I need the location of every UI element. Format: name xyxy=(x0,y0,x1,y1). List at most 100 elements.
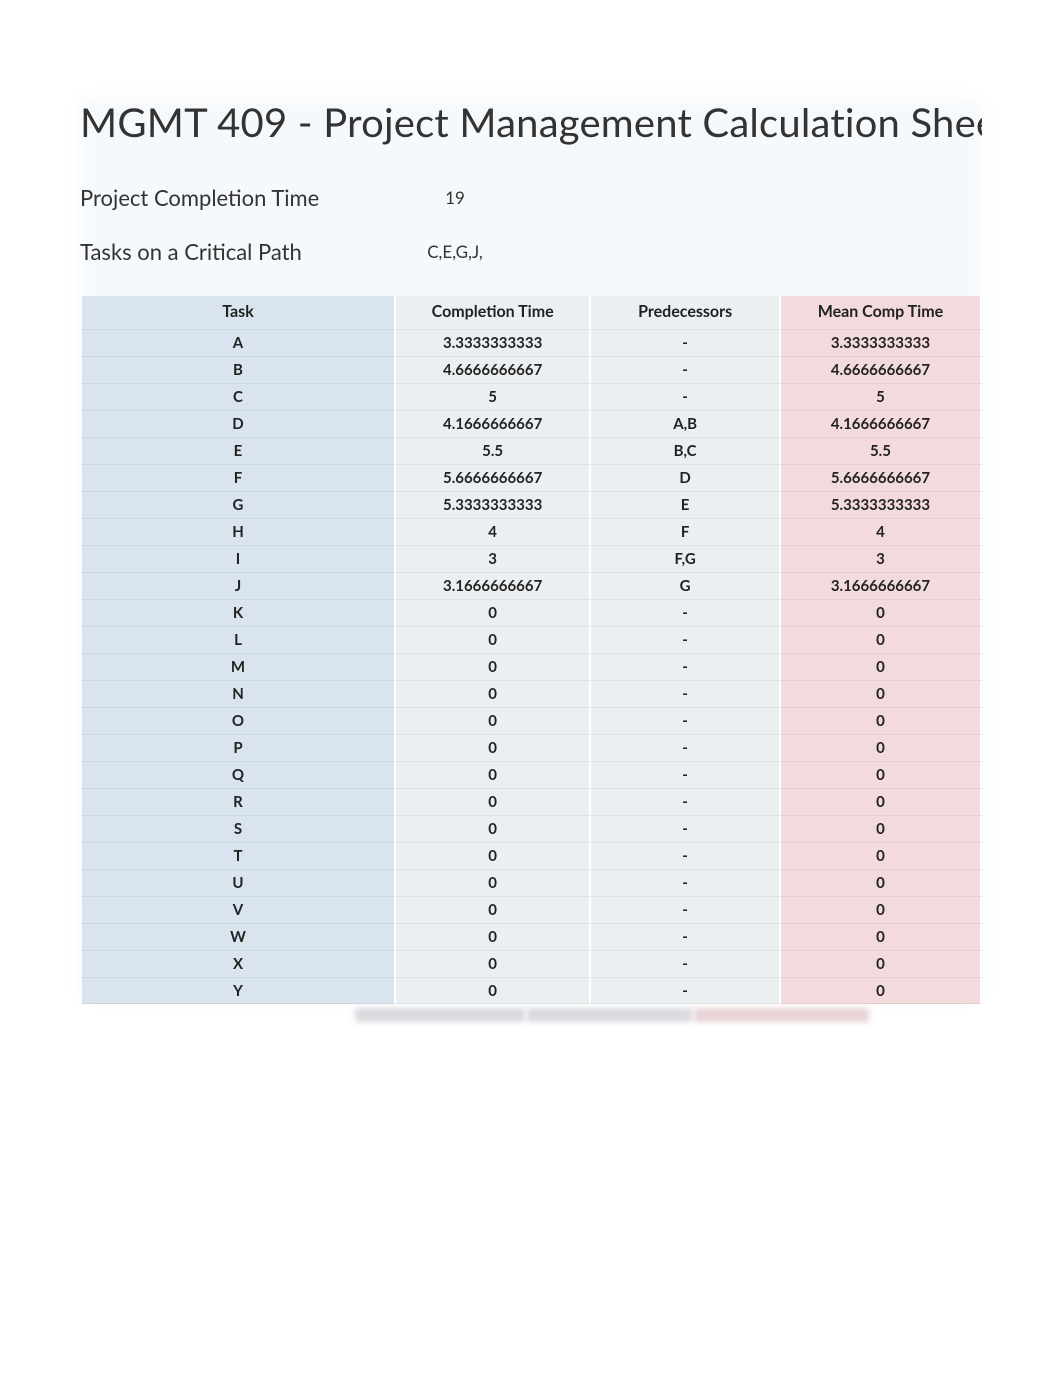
cell-mean-comp-time: 0 xyxy=(781,950,982,977)
cell-task: Y xyxy=(80,977,396,1004)
cell-task: K xyxy=(80,599,396,626)
summary-completion-label: Project Completion Time xyxy=(80,184,370,211)
cell-predecessors: - xyxy=(591,383,781,410)
cell-completion-time: 0 xyxy=(396,680,591,707)
cell-mean-comp-time: 0 xyxy=(781,599,982,626)
summary-completion-value: 19 xyxy=(370,187,540,208)
cell-completion-time: 0 xyxy=(396,869,591,896)
cell-task: V xyxy=(80,896,396,923)
table-row: T0-0 xyxy=(80,842,982,869)
cell-mean-comp-time: 3.3333333333 xyxy=(781,329,982,356)
cell-predecessors: B,C xyxy=(591,437,781,464)
cell-task: R xyxy=(80,788,396,815)
table-row: P0-0 xyxy=(80,734,982,761)
table-row: D4.1666666667A,B4.1666666667 xyxy=(80,410,982,437)
cell-completion-time: 0 xyxy=(396,923,591,950)
cell-predecessors: - xyxy=(591,356,781,383)
cell-task: L xyxy=(80,626,396,653)
cell-completion-time: 4.6666666667 xyxy=(396,356,591,383)
cell-task: H xyxy=(80,518,396,545)
cell-completion-time: 0 xyxy=(396,707,591,734)
cell-completion-time: 5 xyxy=(396,383,591,410)
cell-predecessors: - xyxy=(591,869,781,896)
cell-task: X xyxy=(80,950,396,977)
cell-predecessors: - xyxy=(591,761,781,788)
cell-mean-comp-time: 0 xyxy=(781,977,982,1004)
cell-mean-comp-time: 0 xyxy=(781,869,982,896)
summary-critical-row: Tasks on a Critical Path C,E,G,J, xyxy=(80,228,982,274)
table-row: E5.5B,C5.5 xyxy=(80,437,982,464)
table-row: A3.3333333333-3.3333333333 xyxy=(80,329,982,356)
header-predecessors: Predecessors xyxy=(591,296,781,329)
table-row: G5.3333333333E5.3333333333 xyxy=(80,491,982,518)
cell-task: M xyxy=(80,653,396,680)
cell-mean-comp-time: 4.6666666667 xyxy=(781,356,982,383)
cell-task: N xyxy=(80,680,396,707)
cell-task: Q xyxy=(80,761,396,788)
table-row: V0-0 xyxy=(80,896,982,923)
cell-task: I xyxy=(80,545,396,572)
table-row: C5-5 xyxy=(80,383,982,410)
cell-task: P xyxy=(80,734,396,761)
cell-completion-time: 5.5 xyxy=(396,437,591,464)
preview-bottom-blur xyxy=(80,1008,982,1022)
cell-mean-comp-time: 0 xyxy=(781,734,982,761)
cell-predecessors: G xyxy=(591,572,781,599)
cell-predecessors: - xyxy=(591,923,781,950)
cell-completion-time: 0 xyxy=(396,788,591,815)
cell-mean-comp-time: 3.1666666667 xyxy=(781,572,982,599)
header-completion-time: Completion Time xyxy=(396,296,591,329)
task-table: Task Completion Time Predecessors Mean C… xyxy=(80,296,982,1004)
cell-task: C xyxy=(80,383,396,410)
table-row: U0-0 xyxy=(80,869,982,896)
cell-completion-time: 0 xyxy=(396,842,591,869)
cell-mean-comp-time: 0 xyxy=(781,680,982,707)
cell-predecessors: - xyxy=(591,653,781,680)
summary-completion-row: Project Completion Time 19 xyxy=(80,174,982,220)
table-row: O0-0 xyxy=(80,707,982,734)
cell-predecessors: - xyxy=(591,815,781,842)
cell-mean-comp-time: 5.3333333333 xyxy=(781,491,982,518)
cell-completion-time: 3.3333333333 xyxy=(396,329,591,356)
cell-mean-comp-time: 4.1666666667 xyxy=(781,410,982,437)
cell-completion-time: 0 xyxy=(396,599,591,626)
cell-task: E xyxy=(80,437,396,464)
table-row: F5.6666666667D5.6666666667 xyxy=(80,464,982,491)
cell-predecessors: E xyxy=(591,491,781,518)
cell-task: D xyxy=(80,410,396,437)
header-task: Task xyxy=(80,296,396,329)
cell-predecessors: - xyxy=(591,950,781,977)
cell-predecessors: F xyxy=(591,518,781,545)
table-row: Q0-0 xyxy=(80,761,982,788)
cell-completion-time: 3.1666666667 xyxy=(396,572,591,599)
table-row: X0-0 xyxy=(80,950,982,977)
header-mean-comp-time: Mean Comp Time xyxy=(781,296,982,329)
cell-mean-comp-time: 5 xyxy=(781,383,982,410)
table-row: Y0-0 xyxy=(80,977,982,1004)
cell-predecessors: - xyxy=(591,599,781,626)
cell-completion-time: 4.1666666667 xyxy=(396,410,591,437)
table-row: M0-0 xyxy=(80,653,982,680)
cell-task: F xyxy=(80,464,396,491)
cell-mean-comp-time: 5.5 xyxy=(781,437,982,464)
cell-mean-comp-time: 0 xyxy=(781,788,982,815)
cell-predecessors: - xyxy=(591,329,781,356)
cell-completion-time: 0 xyxy=(396,653,591,680)
table-row: R0-0 xyxy=(80,788,982,815)
table-row: J3.1666666667G3.1666666667 xyxy=(80,572,982,599)
cell-completion-time: 0 xyxy=(396,950,591,977)
table-row: L0-0 xyxy=(80,626,982,653)
cell-mean-comp-time: 0 xyxy=(781,896,982,923)
cell-mean-comp-time: 4 xyxy=(781,518,982,545)
cell-mean-comp-time: 0 xyxy=(781,815,982,842)
cell-task: G xyxy=(80,491,396,518)
cell-task: U xyxy=(80,869,396,896)
cell-completion-time: 0 xyxy=(396,734,591,761)
cell-mean-comp-time: 0 xyxy=(781,626,982,653)
cell-completion-time: 0 xyxy=(396,815,591,842)
cell-completion-time: 0 xyxy=(396,896,591,923)
table-row: N0-0 xyxy=(80,680,982,707)
cell-completion-time: 5.3333333333 xyxy=(396,491,591,518)
cell-predecessors: F,G xyxy=(591,545,781,572)
cell-completion-time: 4 xyxy=(396,518,591,545)
